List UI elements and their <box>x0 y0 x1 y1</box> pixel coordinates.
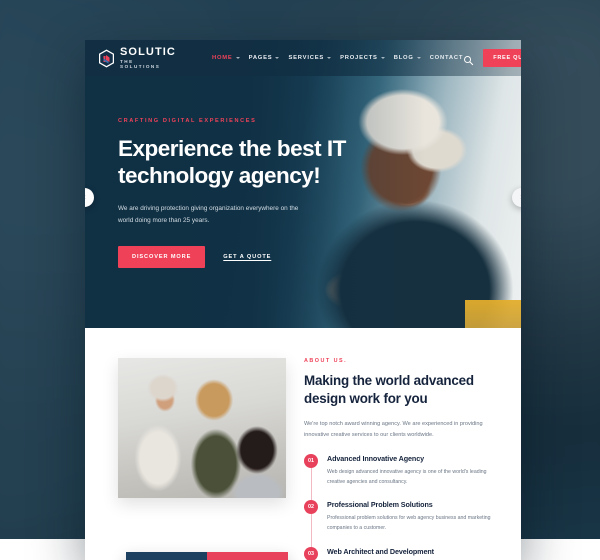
hero-eyebrow: CRAFTING DIGITAL EXPERIENCES <box>118 118 388 124</box>
hero-description: We are driving protection giving organiz… <box>118 203 314 227</box>
feature-number-badge: 02 <box>304 500 318 514</box>
stats-boxes: 3K Design Staff <box>126 552 288 560</box>
nav-item-home[interactable]: HOME <box>212 55 240 61</box>
brand-tagline: THE SOLUTIONS <box>120 60 176 69</box>
nav-label-pages: PAGES <box>249 55 273 61</box>
brand-text: SOLUTIC THE SOLUTIONS <box>120 47 176 69</box>
header-actions: FREE QUOTE <box>463 49 521 67</box>
nav-item-pages[interactable]: PAGES <box>249 55 280 61</box>
nav-item-projects[interactable]: PROJECTS <box>340 55 385 61</box>
free-quote-button[interactable]: FREE QUOTE <box>483 49 521 67</box>
feature-title: Advanced Innovative Agency <box>327 454 497 463</box>
feature-connector-line <box>311 468 312 500</box>
chevron-down-icon <box>275 57 279 59</box>
about-media: 3K Design Staff <box>118 358 286 560</box>
hexagon-shield-icon <box>98 49 115 68</box>
hero-section: SOLUTIC THE SOLUTIONS HOME PAGES SERVICE… <box>85 40 521 328</box>
feature-number-badge: 03 <box>304 547 318 560</box>
brand-logo[interactable]: SOLUTIC THE SOLUTIONS <box>98 47 176 69</box>
nav-label-contact: CONTACT <box>430 55 464 61</box>
website-mockup: SOLUTIC THE SOLUTIONS HOME PAGES SERVICE… <box>85 40 521 560</box>
about-title: Making the world advanced design work fo… <box>304 372 497 408</box>
chevron-down-icon <box>381 57 385 59</box>
nav-label-services: SERVICES <box>288 55 324 61</box>
about-description: We're top notch award winning agency. We… <box>304 419 497 441</box>
chevron-down-icon <box>327 57 331 59</box>
feature-body: Advanced Innovative Agency Web design ad… <box>327 454 497 487</box>
brand-name: SOLUTIC <box>120 47 176 58</box>
feature-connector-line <box>311 514 312 546</box>
feature-number-badge: 01 <box>304 454 318 468</box>
feature-item: 03 Web Architect and Development <box>304 547 497 560</box>
feature-item: 02 Professional Problem Solutions Profes… <box>304 500 497 546</box>
feature-body: Professional Problem Solutions Professio… <box>327 500 497 533</box>
about-content: ABOUT US. Making the world advanced desi… <box>304 358 497 560</box>
stat-design-staff: 3K Design Staff <box>126 552 207 560</box>
feature-description: Professional problem solutions for web a… <box>327 513 497 533</box>
feature-title: Web Architect and Development <box>327 547 497 556</box>
hero-content: CRAFTING DIGITAL EXPERIENCES Experience … <box>118 118 388 268</box>
feature-body: Web Architect and Development <box>327 547 497 560</box>
feature-title: Professional Problem Solutions <box>327 500 497 509</box>
hero-title-line-1: Experience the best IT <box>118 136 346 161</box>
feature-description: Web design advanced innovative agency is… <box>327 467 497 487</box>
main-navigation: HOME PAGES SERVICES PROJECTS BLOG <box>212 55 463 61</box>
about-section: 3K Design Staff <box>85 328 521 560</box>
chevron-down-icon <box>236 57 240 59</box>
feature-item: 01 Advanced Innovative Agency Web design… <box>304 454 497 500</box>
chevron-down-icon <box>417 57 421 59</box>
hero-title: Experience the best IT technology agency… <box>118 135 388 190</box>
nav-label-blog: BLOG <box>394 55 414 61</box>
feature-list: 01 Advanced Innovative Agency Web design… <box>304 454 497 560</box>
hero-title-line-2: technology agency! <box>118 163 320 188</box>
about-team-photo <box>118 358 286 498</box>
nav-item-services[interactable]: SERVICES <box>288 55 331 61</box>
nav-label-projects: PROJECTS <box>340 55 378 61</box>
search-icon[interactable] <box>463 53 474 64</box>
stat-project-completed: 12k Project Completed <box>207 552 288 560</box>
nav-item-contact[interactable]: CONTACT <box>430 55 464 61</box>
discover-more-button[interactable]: DISCOVER MORE <box>118 246 205 268</box>
about-eyebrow: ABOUT US. <box>304 358 497 364</box>
hero-actions: DISCOVER MORE GET A QUOTE <box>118 246 388 268</box>
site-header: SOLUTIC THE SOLUTIONS HOME PAGES SERVICE… <box>85 40 521 76</box>
nav-label-home: HOME <box>212 55 233 61</box>
about-title-line-1: Making the world advanced <box>304 373 474 388</box>
about-title-line-2: design work for you <box>304 391 427 406</box>
nav-item-blog[interactable]: BLOG <box>394 55 421 61</box>
get-a-quote-link[interactable]: GET A QUOTE <box>223 254 271 260</box>
